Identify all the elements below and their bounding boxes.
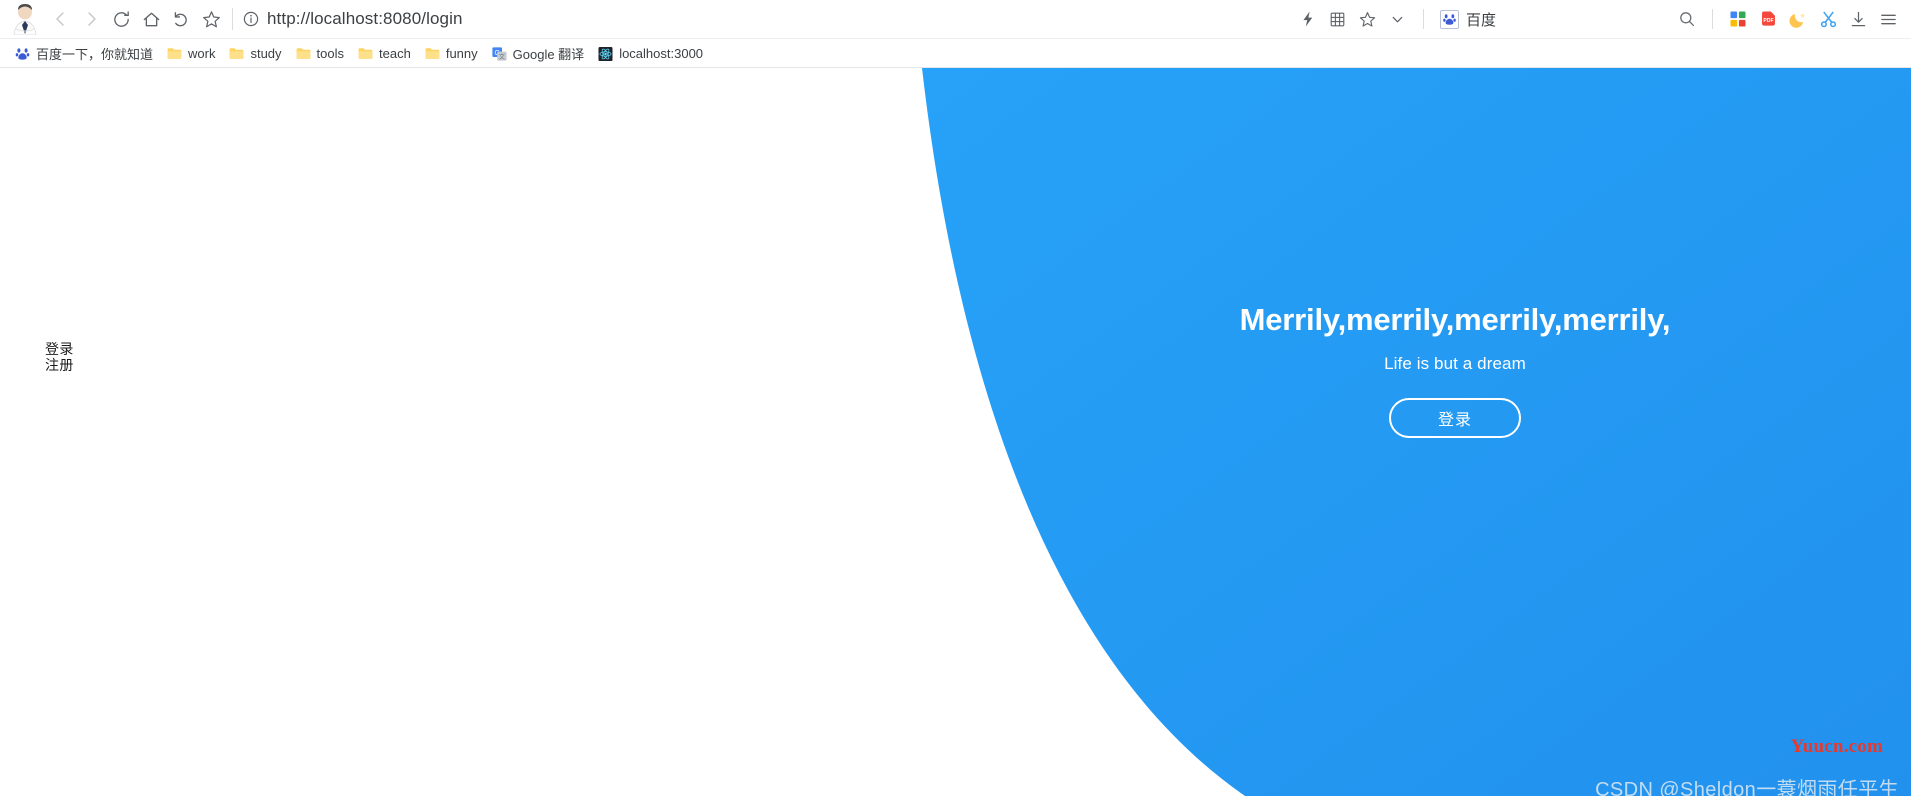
login-page: 登录 注册 Merrily,merrily,merrily,merrily, L… (0, 68, 1911, 796)
browser-chrome: http://localhost:8080/login 百度 PDF 百度一下，… (0, 0, 1911, 68)
menu-icon[interactable] (1873, 4, 1903, 34)
search-icon[interactable] (1672, 4, 1702, 34)
chevron-down-icon[interactable] (1383, 4, 1413, 34)
bookmark-label: Google 翻译 (512, 46, 585, 62)
google-translate-icon: G 文 (492, 46, 507, 61)
folder-icon (167, 47, 182, 60)
home-button[interactable] (136, 4, 166, 34)
scissors-icon[interactable] (1813, 4, 1843, 34)
apps-grid-icon[interactable] (1723, 4, 1753, 34)
toolbar-divider-3 (1712, 9, 1713, 29)
download-icon[interactable] (1843, 4, 1873, 34)
bookmark-item-baidu[interactable]: 百度一下，你就知道 (8, 41, 160, 65)
watermark-csdn: CSDN @Sheldon一蓑烟雨任平生 (1595, 779, 1899, 796)
bookmark-label: 百度一下，你就知道 (36, 46, 154, 62)
bookmark-label: study (250, 45, 282, 61)
folder-icon (358, 47, 373, 60)
toolbar-divider (232, 8, 233, 30)
bookmark-label: funny (445, 45, 478, 61)
reload-button[interactable] (106, 4, 136, 34)
folder-icon (296, 47, 311, 60)
hero-login-button[interactable]: 登录 (1389, 398, 1521, 439)
bookmark-label: tools (316, 45, 345, 61)
bookmark-item-study[interactable]: study (222, 41, 288, 65)
svg-text:PDF: PDF (1763, 17, 1773, 23)
bookmark-item-tools[interactable]: tools (289, 41, 351, 65)
bookmark-item-localhost3000[interactable]: localhost:3000 (591, 41, 710, 65)
search-engine-label: 百度 (1465, 11, 1496, 29)
star-icon[interactable] (1353, 4, 1383, 34)
back-button[interactable] (46, 4, 76, 34)
browser-toolbar: http://localhost:8080/login 百度 PDF (0, 0, 1911, 38)
history-back-button[interactable] (166, 4, 196, 34)
bookmark-item-work[interactable]: work (160, 41, 222, 65)
hero-title: Merrily,merrily,merrily,merrily, (1239, 302, 1671, 337)
watermark-yuucn: Yuucn.com (1790, 736, 1883, 757)
react-icon (598, 46, 613, 61)
forward-button[interactable] (76, 4, 106, 34)
register-link[interactable]: 注册 (45, 357, 74, 374)
pdf-icon[interactable]: PDF (1753, 4, 1783, 34)
info-circle-icon[interactable] (243, 11, 259, 27)
baidu-paw-icon (1439, 9, 1459, 29)
bookmark-label: localhost:3000 (619, 45, 704, 61)
left-auth-links: 登录 注册 (45, 341, 74, 374)
login-link[interactable]: 登录 (45, 341, 74, 358)
bookmark-label: work (188, 45, 216, 61)
bookmark-item-google-translate[interactable]: G 文 Google 翻译 (485, 41, 592, 65)
svg-text:文: 文 (498, 53, 504, 61)
url-text: http://localhost:8080/login (267, 9, 463, 28)
folder-icon (229, 47, 244, 60)
search-engine-chip[interactable]: 百度 (1434, 9, 1502, 30)
address-bar[interactable]: http://localhost:8080/login (243, 4, 1293, 34)
toolbar-right-icons: 百度 PDF (1293, 0, 1911, 38)
bookmarks-bar: 百度一下，你就知道 work study tools teach funny 文… (0, 38, 1911, 68)
lightning-icon[interactable] (1293, 4, 1323, 34)
toolbar-divider-2 (1422, 9, 1424, 29)
bookmark-item-funny[interactable]: funny (418, 41, 485, 65)
bookmark-star-button[interactable] (196, 4, 226, 34)
avatar[interactable] (4, 3, 46, 35)
moon-icon[interactable] (1783, 4, 1813, 34)
bookmark-item-teach[interactable]: teach (351, 41, 418, 65)
baidu-paw-icon (15, 47, 30, 60)
grid-icon[interactable] (1323, 4, 1353, 34)
folder-icon (425, 47, 440, 60)
hero-subtitle: Life is but a dream (1384, 354, 1526, 374)
hero-section: Merrily,merrily,merrily,merrily, Life is… (1055, 302, 1855, 439)
bookmark-label: teach (379, 45, 411, 61)
